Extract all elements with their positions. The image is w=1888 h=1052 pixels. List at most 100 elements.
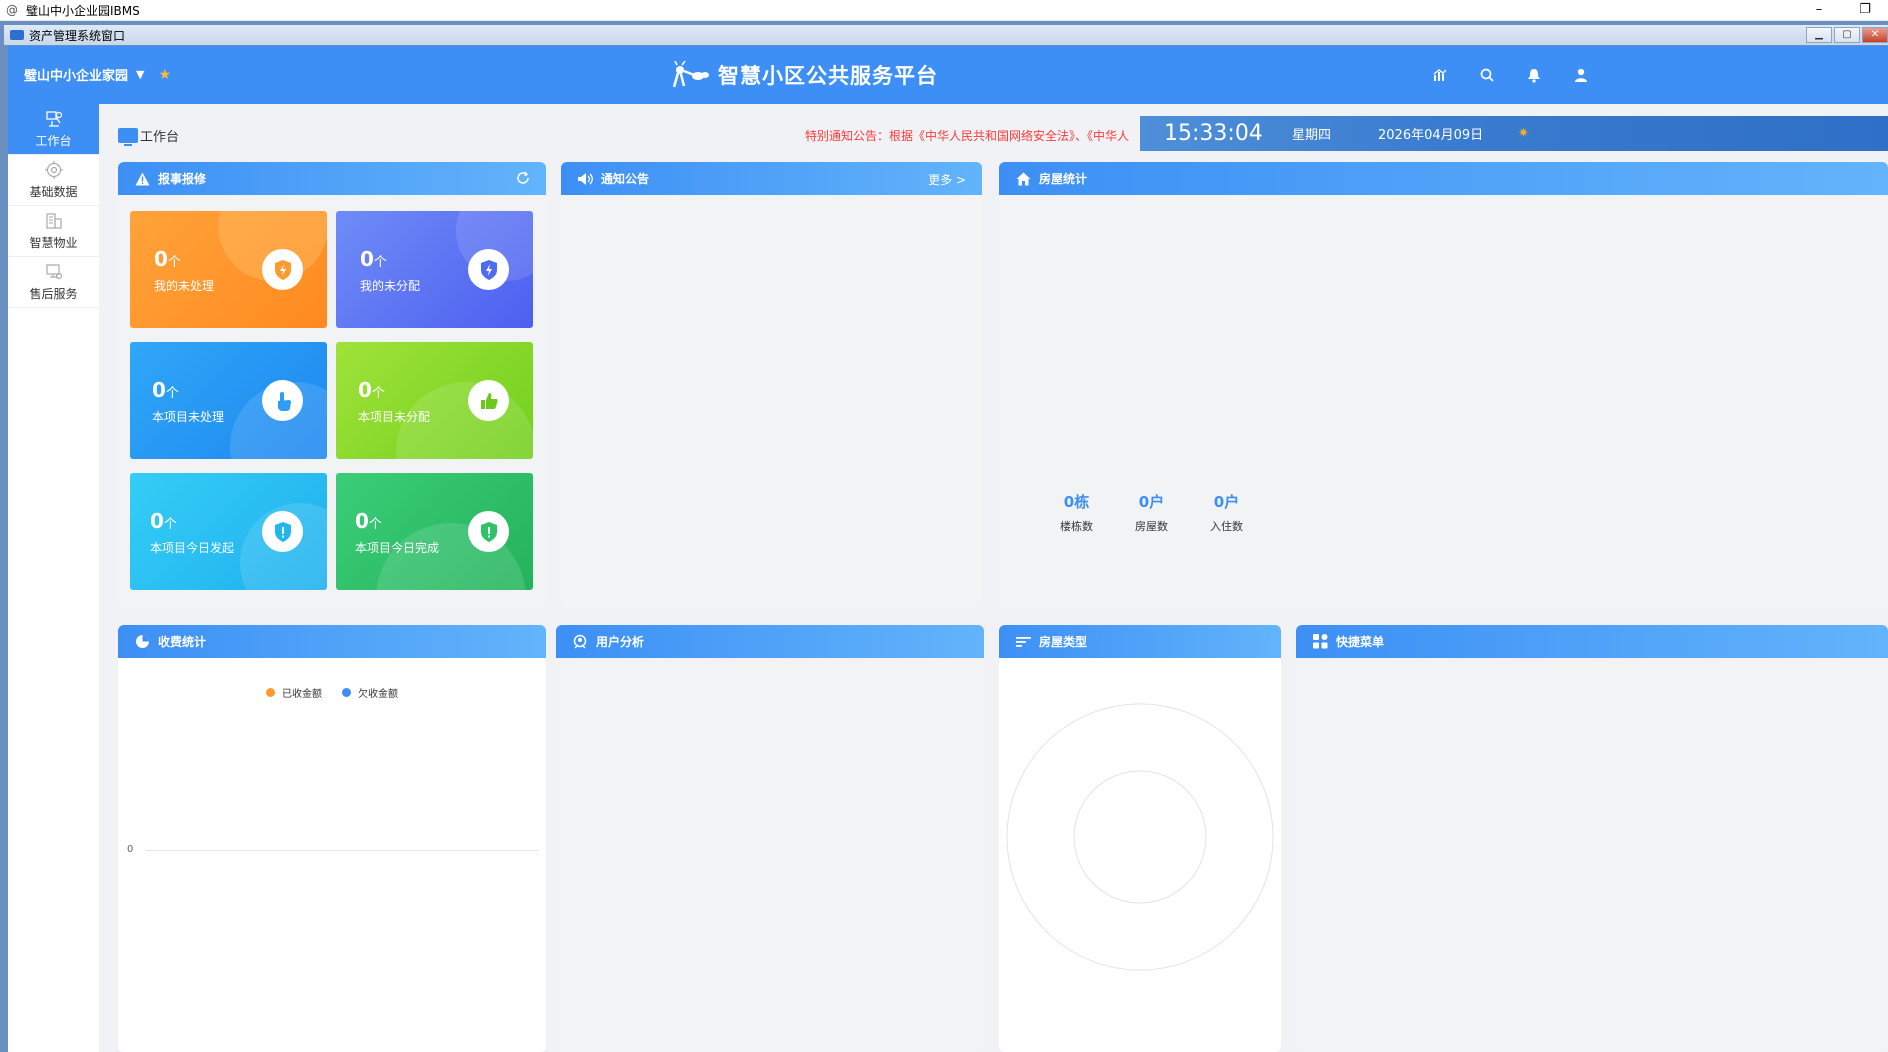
fee-panel-title: 收费统计 <box>158 635 207 649</box>
inner-close-button[interactable]: ✕ <box>1862 27 1888 43</box>
house-stats-panel: 房屋统计 0栋 楼栋数 0户 房屋数 0户 入住数 <box>999 162 1888 608</box>
house-stats-header: 房屋统计 <box>999 162 1888 195</box>
inner-window-icon <box>10 30 24 40</box>
sidebar-item-smart-property[interactable]: 智慧物业 <box>8 206 99 257</box>
tile-label: 我的未处理 <box>154 279 215 293</box>
shield-bolt-icon <box>262 249 303 290</box>
tile-label: 本项目未分配 <box>358 410 431 424</box>
sidebar-item-basic-data[interactable]: 基础数据 <box>8 155 99 206</box>
tile-project-unhandled[interactable]: 0个 本项目未处理 <box>130 342 327 459</box>
legend-item-outstanding[interactable]: 欠收金额 <box>342 685 398 700</box>
house-type-title: 房屋类型 <box>1039 635 1088 649</box>
shield-alert-icon <box>262 511 303 552</box>
sun-icon: ✷ <box>1518 126 1529 141</box>
tile-label: 我的未分配 <box>360 279 421 293</box>
hand-pointer-icon <box>262 380 303 421</box>
app-root: 璧山中小企业家园 ▼ ★ 智慧小区公共服务平台 工作台 基础数据 智慧物业 售后… <box>8 46 1888 1052</box>
stat-value: 0户 <box>1213 493 1240 511</box>
clock-weekday: 星期四 <box>1292 128 1332 143</box>
tile-count: 0个 <box>150 509 177 533</box>
stat-buildings: 0栋 楼栋数 <box>1039 491 1114 534</box>
chart-icon[interactable] <box>1416 65 1463 85</box>
user-analysis-title: 用户分析 <box>596 635 645 649</box>
x-axis-line <box>146 850 538 851</box>
tile-count: 0个 <box>152 378 179 402</box>
donut-chart <box>1006 703 1274 971</box>
repair-panel-header: 报事报修 <box>118 162 546 195</box>
inner-restore-button[interactable]: ▢ <box>1834 27 1860 43</box>
inner-minimize-button[interactable]: ▁ <box>1806 27 1832 43</box>
os-titlebar: @ 璧山中小企业园IBMS – ❐ <box>0 0 1888 21</box>
sidebar-item-label: 基础数据 <box>29 185 78 199</box>
user-analysis-icon <box>572 634 588 650</box>
speaker-icon <box>577 171 593 187</box>
repair-panel: 报事报修 0个 我的未处理 0个 我的未分配 0个 本项目未处理 0个 本项目未… <box>118 162 546 608</box>
notice-panel-title: 通知公告 <box>601 172 650 186</box>
sidebar-item-workbench[interactable]: 工作台 <box>8 104 99 155</box>
tile-label: 本项目今日完成 <box>355 541 440 555</box>
monitor-icon <box>118 128 138 146</box>
tile-project-today-created[interactable]: 0个 本项目今日发起 <box>130 473 327 590</box>
donut-inner-ring <box>1073 770 1207 904</box>
fee-panel: 收费统计 已收金额 欠收金额 0 <box>118 625 546 1052</box>
window-title: 璧山中小企业园IBMS <box>26 3 140 18</box>
stat-label: 房屋数 <box>1135 520 1168 533</box>
house-stats-row: 0栋 楼栋数 0户 房屋数 0户 入住数 <box>1039 491 1264 534</box>
stat-value: 0户 <box>1138 493 1165 511</box>
donut-outer-ring <box>1006 703 1274 971</box>
more-link[interactable]: 更多 > <box>928 171 966 188</box>
tile-my-unhandled[interactable]: 0个 我的未处理 <box>130 211 327 328</box>
page-title-text: 工作台 <box>140 130 180 145</box>
home-icon <box>1015 171 1031 187</box>
refresh-icon[interactable] <box>516 171 530 188</box>
quick-menu-title: 快捷菜单 <box>1336 635 1385 649</box>
search-icon[interactable] <box>1463 65 1510 85</box>
shield-alert-icon <box>468 511 509 552</box>
page-title: 工作台 <box>118 126 180 146</box>
stat-value: 0栋 <box>1063 493 1090 511</box>
clock-time: 15:33:04 <box>1164 121 1263 146</box>
notice-panel: 通知公告 更多 > <box>561 162 982 608</box>
house-type-header: 房屋类型 <box>999 625 1281 658</box>
stat-houses: 0户 房屋数 <box>1114 491 1189 534</box>
clock-date: 2026年04月09日 <box>1378 128 1484 143</box>
house-stats-body: 0栋 楼栋数 0户 房屋数 0户 入住数 <box>999 195 1888 608</box>
y-axis-tick: 0 <box>127 844 134 855</box>
thumbs-up-icon <box>468 380 509 421</box>
sidebar-item-after-sales[interactable]: 售后服务 <box>8 257 99 308</box>
legend-item-received[interactable]: 已收金额 <box>266 685 322 700</box>
star-icon[interactable]: ★ <box>158 67 171 83</box>
restore-button[interactable]: ❐ <box>1842 0 1888 21</box>
bell-icon[interactable] <box>1510 65 1557 85</box>
org-selector[interactable]: 璧山中小企业家园 ▼ ★ <box>24 65 171 85</box>
legend-dot <box>342 688 351 697</box>
app-icon: @ <box>6 3 18 17</box>
tile-label: 本项目今日发起 <box>150 541 235 555</box>
minimize-button[interactable]: – <box>1796 0 1842 21</box>
brand-title: 智慧小区公共服务平台 <box>718 64 938 88</box>
tile-my-unassigned[interactable]: 0个 我的未分配 <box>336 211 533 328</box>
user-analysis-header: 用户分析 <box>556 625 984 658</box>
notice-panel-header: 通知公告 更多 > <box>561 162 982 195</box>
grid-icon <box>1312 634 1328 650</box>
inner-titlebar: 资产管理系统窗口 ▁ ▢ ✕ <box>4 25 1888 45</box>
service-icon <box>45 264 62 280</box>
legend-label: 欠收金额 <box>358 689 398 700</box>
tile-project-unassigned[interactable]: 0个 本项目未分配 <box>336 342 533 459</box>
inner-window-title: 资产管理系统窗口 <box>29 28 126 43</box>
tile-count: 0个 <box>154 247 181 271</box>
shield-bolt-icon <box>468 249 509 290</box>
fee-chart-area: 已收金额 欠收金额 0 <box>118 658 546 1052</box>
notice-marquee[interactable]: 特别通知公告：根据《中华人民共和国网络安全法》、《中华人 <box>805 127 1129 144</box>
top-header: 璧山中小企业家园 ▼ ★ 智慧小区公共服务平台 <box>8 46 1888 104</box>
tile-project-today-completed[interactable]: 0个 本项目今日完成 <box>336 473 533 590</box>
chart-legend: 已收金额 欠收金额 <box>266 685 418 700</box>
tile-label: 本项目未处理 <box>152 410 225 424</box>
repair-panel-title: 报事报修 <box>158 172 207 186</box>
org-name: 璧山中小企业家园 <box>24 69 129 84</box>
sidebar-item-label: 售后服务 <box>29 287 78 301</box>
user-icon[interactable] <box>1557 65 1604 85</box>
legend-label: 已收金额 <box>282 689 322 700</box>
tile-count: 0个 <box>355 509 382 533</box>
caret-down-icon[interactable]: ▼ <box>136 68 144 81</box>
